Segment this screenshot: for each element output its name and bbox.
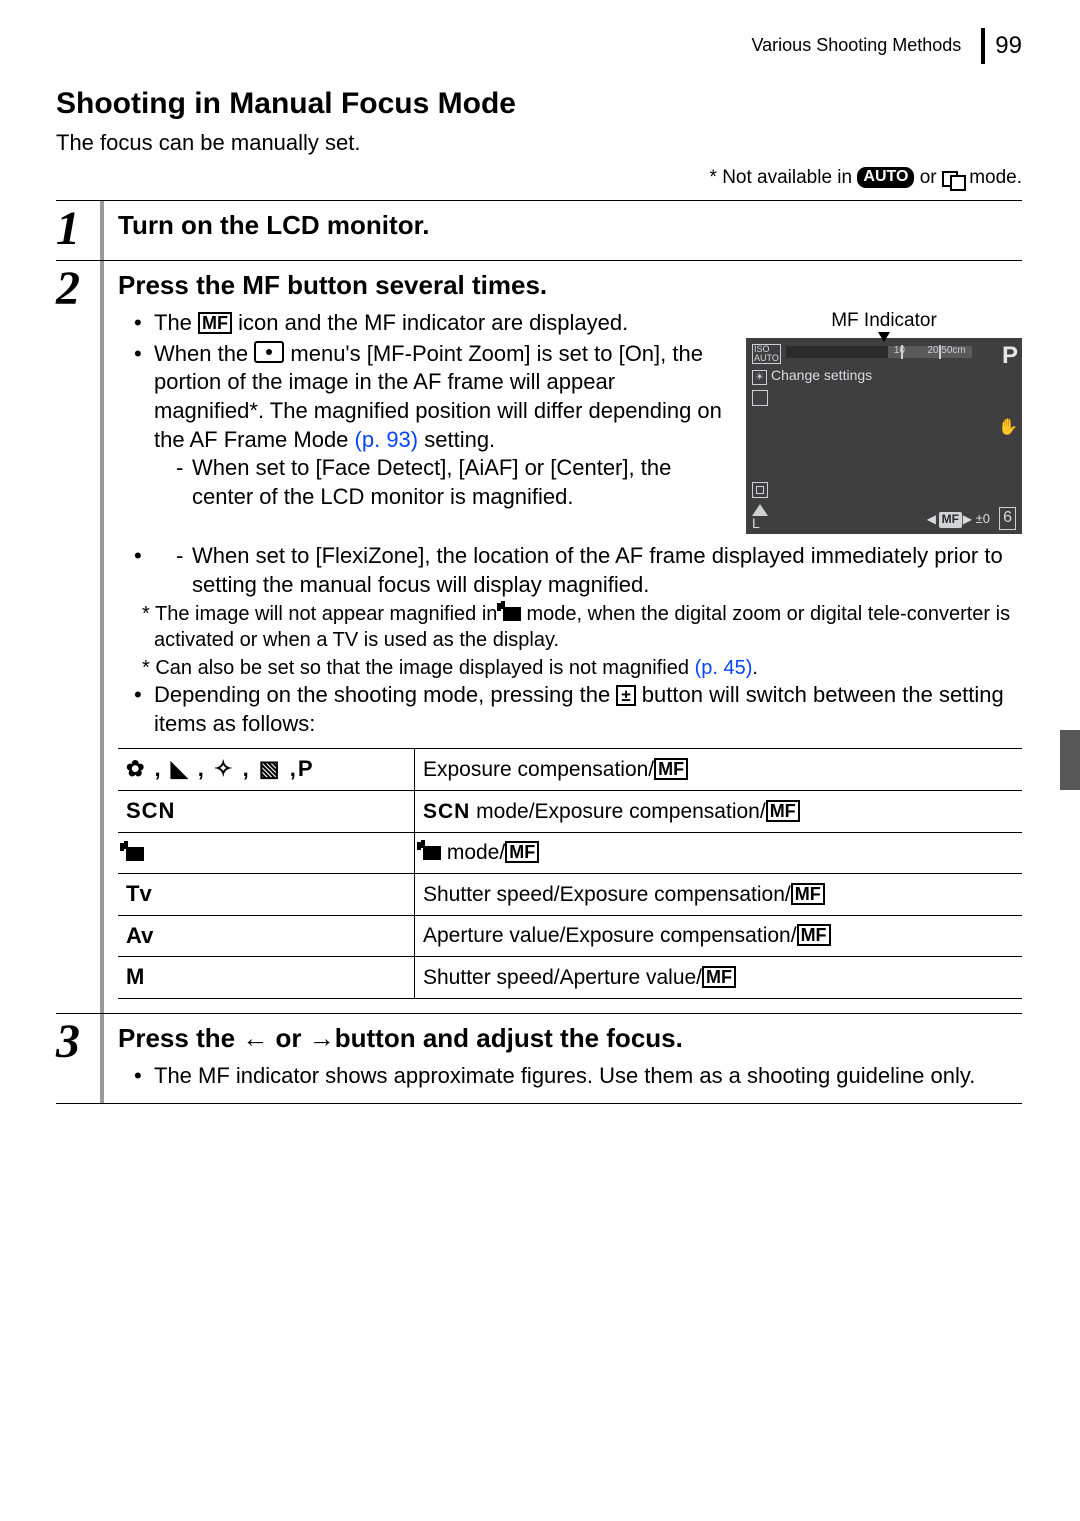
running-header: Various Shooting Methods 99	[56, 28, 1022, 64]
desc-cell: Shutter speed/Aperture value/MF	[415, 957, 1023, 999]
desc-cell: SCN mode/Exposure compensation/MF	[415, 790, 1023, 832]
step2-dash-2-wrap: When set to [FlexiZone], the location of…	[138, 542, 1022, 599]
step-number-2: 2	[56, 261, 100, 313]
rec-menu-icon	[254, 341, 284, 363]
mode-cell-scn: SCN	[118, 790, 415, 832]
mode-cell-movie	[118, 832, 415, 874]
left-arrow-icon: ◀	[927, 512, 936, 528]
step2-footnote-1: * The image will not appear magnified in…	[128, 601, 1022, 653]
step-1: 1 Turn on the LCD monitor.	[56, 200, 1022, 260]
step3-heading: Press the ← or →button and adjust the fo…	[118, 1022, 1022, 1055]
mode-cell-tv: Tv	[118, 874, 415, 916]
table-row: M Shutter speed/Aperture value/MF	[118, 957, 1022, 999]
mode-switch-table: ✿ , ◣ , ✧ , ▧ ,P Exposure compensation/M…	[118, 748, 1022, 999]
avail-suffix: mode.	[969, 167, 1022, 188]
mf-icon: MF	[702, 966, 736, 988]
step2-heading: Press the MF button several times.	[118, 269, 1022, 302]
table-row: SCN SCN mode/Exposure compensation/MF	[118, 790, 1022, 832]
step2-dash-2: When set to [FlexiZone], the location of…	[176, 542, 1022, 599]
page-ref-93: (p. 93)	[355, 427, 419, 452]
desc-cell: Exposure compensation/MF	[415, 749, 1023, 791]
step2-dash-1: When set to [Face Detect], [AiAF] or [Ce…	[176, 454, 1022, 511]
movie-mode-icon	[503, 607, 521, 621]
intro-text: The focus can be manually set.	[56, 129, 1022, 158]
desc-cell: mode/MF	[415, 832, 1023, 874]
mf-badge: MF	[939, 512, 962, 528]
step-number-1: 1	[56, 201, 100, 253]
step3-bullet-1: The MF indicator shows approximate figur…	[138, 1062, 1022, 1091]
exposure-comp-button-icon: ±	[616, 685, 635, 706]
mf-icon: MF	[766, 800, 800, 822]
step-3: 3 Press the ← or →button and adjust the …	[56, 1013, 1022, 1104]
step-2: 2 Press the MF button several times. MF …	[56, 260, 1022, 1013]
creative-mode-icons: ✿ , ◣ , ✧ , ▧ ,	[126, 756, 298, 781]
mf-icon: MF	[505, 841, 539, 863]
section-name: Various Shooting Methods	[752, 34, 962, 57]
table-row: Av Aperture value/Exposure compensation/…	[118, 915, 1022, 957]
step-number-3: 3	[56, 1014, 100, 1066]
mf-icon: MF	[198, 312, 232, 334]
mf-icon: MF	[791, 883, 825, 905]
thumb-tab	[1060, 730, 1080, 790]
right-arrow-icon: →	[309, 1023, 335, 1053]
mode-cell-av: Av	[118, 915, 415, 957]
ev-value: ±0	[976, 511, 990, 528]
left-arrow-icon: ←	[242, 1023, 268, 1053]
mf-icon: MF	[654, 758, 688, 780]
movie-mode-icon	[126, 847, 144, 861]
auto-mode-icon: AUTO	[857, 167, 914, 188]
stitch-assist-icon	[942, 171, 964, 185]
availability-note: * Not available in AUTO or mode.	[56, 166, 1022, 191]
step2-bullet-1: The MF icon and the MF indicator are dis…	[138, 309, 1022, 338]
avail-prefix: * Not available in	[710, 167, 858, 188]
right-arrow-icon: ▶	[963, 512, 972, 528]
movie-mode-icon	[423, 846, 441, 860]
table-row: ✿ , ◣ , ✧ , ▧ ,P Exposure compensation/M…	[118, 749, 1022, 791]
page-title: Shooting in Manual Focus Mode	[56, 84, 1022, 123]
mf-icon: MF	[797, 924, 831, 946]
step1-heading: Turn on the LCD monitor.	[118, 209, 1022, 242]
avail-mid: or	[920, 167, 942, 188]
table-row: Tv Shutter speed/Exposure compensation/M…	[118, 874, 1022, 916]
desc-cell: Shutter speed/Exposure compensation/MF	[415, 874, 1023, 916]
page-ref-45: (p. 45)	[695, 657, 753, 679]
step2-footnote-2: * Can also be set so that the image disp…	[128, 655, 1022, 681]
mode-cell-creative: ✿ , ◣ , ✧ , ▧ ,P	[118, 749, 415, 791]
step2-bullet-3: Depending on the shooting mode, pressing…	[138, 681, 1022, 738]
size-large-icon: L	[752, 514, 760, 532]
mode-cell-m: M	[118, 957, 415, 999]
table-row: mode/MF	[118, 832, 1022, 874]
page-number: 99	[995, 30, 1022, 61]
header-divider	[981, 28, 985, 64]
desc-cell: Aperture value/Exposure compensation/MF	[415, 915, 1023, 957]
step2-bullet-2: When the menu's [MF-Point Zoom] is set t…	[138, 340, 1022, 512]
